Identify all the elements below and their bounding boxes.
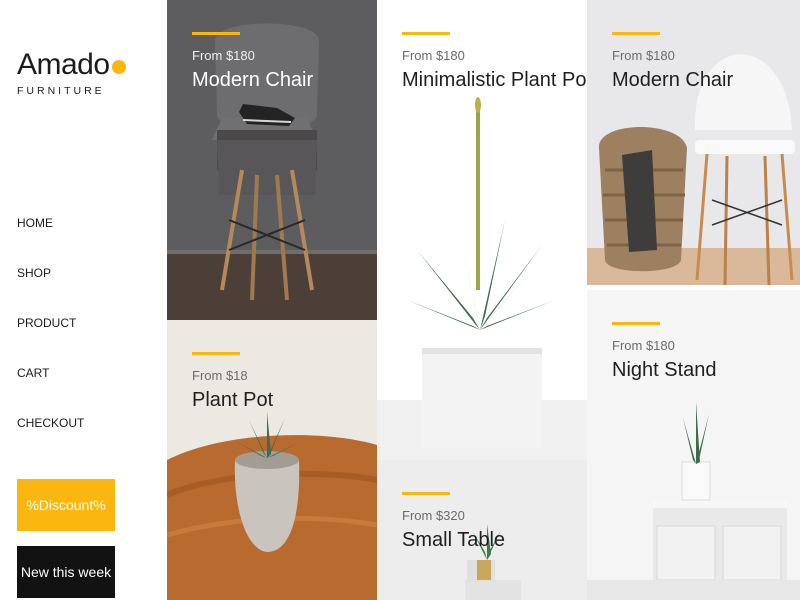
tile-info: From $180 Modern Chair	[192, 32, 313, 92]
accent-bar	[402, 492, 450, 495]
product-name: Plant Pot	[192, 389, 274, 411]
product-tile-minimalistic-plant-pot[interactable]: From $180 Minimalistic Plant Pot	[377, 0, 587, 460]
brand-name: Amado	[17, 48, 110, 81]
logo-dot-icon	[111, 60, 126, 74]
tile-info: From $320 Small Table	[402, 492, 505, 552]
nav-item-home[interactable]: Home	[17, 216, 84, 266]
brand-tagline: FURNITURE	[17, 85, 105, 97]
nav-item-checkout[interactable]: Checkout	[17, 416, 84, 466]
product-price: From $18	[192, 368, 248, 383]
product-tile-plant-pot[interactable]: From $18 Plant Pot	[167, 320, 377, 600]
accent-bar	[192, 352, 240, 355]
product-tile-modern-chair[interactable]: From $180 Modern Chair	[167, 0, 377, 320]
brand-logo[interactable]: Amado FURNITURE	[17, 48, 126, 97]
product-name: Minimalistic Plant Pot	[402, 69, 587, 91]
product-tile-modern-chair-2[interactable]: From $180 Modern Chair	[587, 0, 800, 285]
product-price: From $320	[402, 508, 465, 523]
product-price: From $180	[612, 338, 675, 353]
product-name: Modern Chair	[612, 69, 734, 91]
product-tile-night-stand[interactable]: From $180 Night Stand	[587, 290, 800, 600]
main-nav: Home Shop Product Cart Checkout	[17, 216, 84, 466]
accent-bar	[612, 32, 660, 35]
accent-bar	[612, 322, 660, 325]
tile-info: From $180 Modern Chair	[612, 32, 733, 92]
nav-item-cart[interactable]: Cart	[17, 366, 84, 416]
accent-bar	[192, 32, 240, 35]
product-name: Small Table	[402, 529, 506, 551]
product-price: From $180	[192, 48, 255, 63]
discount-button[interactable]: %Discount%	[17, 479, 115, 531]
tile-info: From $180 Minimalistic Plant Pot	[402, 32, 587, 92]
new-this-week-button[interactable]: New this week	[17, 546, 115, 598]
tile-info: From $18 Plant Pot	[192, 352, 273, 412]
product-tile-small-table[interactable]: From $320 Small Table	[377, 460, 587, 600]
accent-bar	[402, 32, 450, 35]
nav-item-shop[interactable]: Shop	[17, 266, 84, 316]
product-price: From $180	[402, 48, 465, 63]
product-name: Modern Chair	[192, 69, 314, 91]
nav-item-product[interactable]: Product	[17, 316, 84, 366]
tile-info: From $180 Night Stand	[612, 322, 717, 382]
product-price: From $180	[612, 48, 675, 63]
sidebar: Amado FURNITURE Home Shop Product Cart C…	[0, 0, 167, 600]
product-name: Night Stand	[612, 359, 717, 381]
